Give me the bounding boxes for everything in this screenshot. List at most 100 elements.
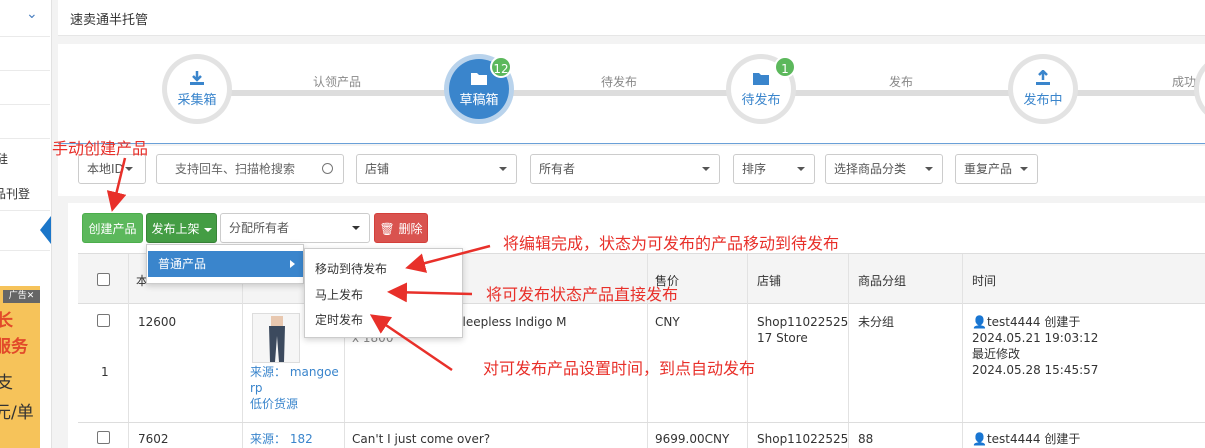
column-header-store[interactable]: 店铺 [757, 272, 781, 289]
page-title: 速卖通半托管 [70, 13, 149, 28]
ad-tag[interactable]: 广告✕ [3, 290, 40, 303]
column-divider [747, 254, 748, 448]
trash-icon: 🗑 [379, 222, 395, 236]
created-time: 2024.05.21 19:03:12 [972, 331, 1099, 345]
creator-text: test4444 创建于 [986, 315, 1081, 329]
category-label: 选择商品分类 [834, 162, 907, 176]
row-index: 1 [101, 365, 109, 379]
sidebar-divider [0, 138, 50, 139]
step-collect[interactable]: 采集箱 [162, 54, 232, 124]
product-title[interactable]: Can't I just come over? [352, 431, 490, 447]
store-label: 店铺 [365, 162, 390, 176]
upload-icon [1036, 70, 1050, 85]
filter-bar: 本地ID 支持回车、扫描枪搜索 店铺 所有者 排序 选择商品分类 重复产品 [58, 146, 1205, 196]
step-connector [1068, 90, 1205, 96]
workflow-stepper: 认领产品 待发布 发布 成功 采集箱 草稿箱 12 待发布 1 发布中 [58, 44, 1205, 144]
publish-button[interactable]: 发布上架 [146, 213, 217, 243]
ad-text: 元/单 [0, 403, 34, 423]
menu-item-publish-now[interactable]: 马上发布 [315, 286, 363, 303]
annotation-schedule: 对可发布产品设置时间，到点自动发布 [483, 359, 756, 378]
search-icon[interactable] [322, 163, 333, 174]
step-label: 待发布 [741, 93, 781, 108]
store-name: 17 Store [757, 331, 808, 345]
assign-owner-select[interactable]: 分配所有者 [220, 213, 370, 243]
duplicate-select[interactable]: 重复产品 [955, 154, 1038, 184]
create-product-button[interactable]: 创建产品 [82, 213, 143, 243]
step-publishing[interactable]: 发布中 [1008, 54, 1078, 124]
assign-owner-label: 分配所有者 [229, 221, 290, 235]
active-indicator [40, 216, 51, 244]
caret-icon [352, 226, 360, 230]
modified-label: 最近修改 [972, 347, 1021, 361]
step-transition-label: 发布 [889, 75, 914, 89]
search-input[interactable]: 支持回车、扫描枪搜索 [156, 154, 344, 184]
menu-item-schedule[interactable]: 定时发布 [315, 311, 363, 328]
source-link[interactable]: 来源： 182 [250, 431, 313, 447]
creator-text: test4444 创建于 [986, 432, 1081, 446]
caret-icon [797, 167, 805, 171]
source-link[interactable]: rp [250, 380, 263, 396]
sidebar-divider [0, 104, 50, 105]
sidebar-item-partial[interactable]: 品刊登 [0, 185, 30, 202]
count-badge: 12 [490, 56, 512, 78]
product-id: 12600 [138, 315, 177, 329]
page-header: 速卖通半托管 [58, 0, 1205, 36]
step-label: 草稿箱 [459, 93, 499, 108]
local-id-label: 本地ID [87, 162, 124, 176]
duplicate-label: 重复产品 [964, 162, 1013, 176]
product-price: 9699.00CNY [655, 432, 730, 446]
product-id: 7602 [138, 432, 169, 446]
user-icon: 👤 [972, 432, 987, 446]
caret-icon [499, 167, 507, 171]
publish-menu: 普通产品 [146, 244, 304, 284]
category-select[interactable]: 选择商品分类 [825, 154, 943, 184]
folder-icon [471, 73, 487, 85]
row-checkbox[interactable] [97, 431, 110, 444]
creator: 👤test4444 创建于 [972, 431, 1080, 447]
ad-text: 支 [0, 373, 13, 393]
ad-text: 服务 [0, 337, 28, 357]
sidebar-divider [0, 36, 50, 37]
product-price: CNY [655, 315, 680, 329]
step-transition-label: 认领产品 [313, 75, 362, 89]
column-divider [962, 254, 963, 448]
jeans-image [253, 314, 299, 362]
annotation-manual-create: 手动创建产品 [52, 139, 149, 158]
search-placeholder: 支持回车、扫描枪搜索 [175, 162, 296, 176]
user-icon: 👤 [972, 315, 987, 329]
sort-select[interactable]: 排序 [733, 154, 815, 184]
annotation-move-pending: 将编辑完成，状态为可发布的产品移动到待发布 [503, 234, 840, 253]
step-label: 采集箱 [177, 93, 217, 108]
menu-item-normal-product[interactable]: 普通产品 [148, 251, 303, 277]
store-select[interactable]: 店铺 [356, 154, 517, 184]
folder-icon [753, 73, 769, 85]
low-price-link[interactable]: 低价货源 [250, 396, 298, 412]
caret-icon [925, 167, 933, 171]
column-header-group[interactable]: 商品分组 [858, 272, 906, 289]
step-transition-label: 待发布 [601, 75, 638, 89]
column-divider [128, 254, 129, 448]
row-checkbox[interactable] [97, 314, 110, 327]
chevron-right-icon [290, 260, 295, 268]
caret-icon [702, 167, 710, 171]
step-label: 发布中 [1023, 93, 1063, 108]
select-all-checkbox[interactable] [97, 273, 110, 286]
menu-item-move-pending[interactable]: 移动到待发布 [315, 260, 387, 277]
sidebar-divider [0, 210, 50, 211]
column-header-time[interactable]: 时间 [972, 272, 996, 289]
product-thumbnail[interactable] [252, 313, 300, 363]
source-link[interactable]: 来源： mangoe [250, 364, 339, 380]
owner-select[interactable]: 所有者 [530, 154, 720, 184]
caret-icon [1020, 167, 1028, 171]
store-name: Shop11022525 [757, 432, 849, 446]
product-group: 88 [858, 432, 874, 446]
annotation-publish-now: 将可发布状态产品直接发布 [486, 285, 679, 304]
menu-item-label: 普通产品 [158, 257, 207, 271]
sidebar-divider [0, 250, 50, 251]
sidebar-item-partial[interactable]: 硅 [0, 150, 8, 167]
chevron-down-icon[interactable]: ⌄ [26, 6, 38, 22]
row-divider [78, 422, 1205, 423]
step-success[interactable] [1194, 54, 1205, 124]
count-badge: 1 [774, 56, 796, 78]
delete-button[interactable]: 🗑 删除 [374, 213, 428, 243]
